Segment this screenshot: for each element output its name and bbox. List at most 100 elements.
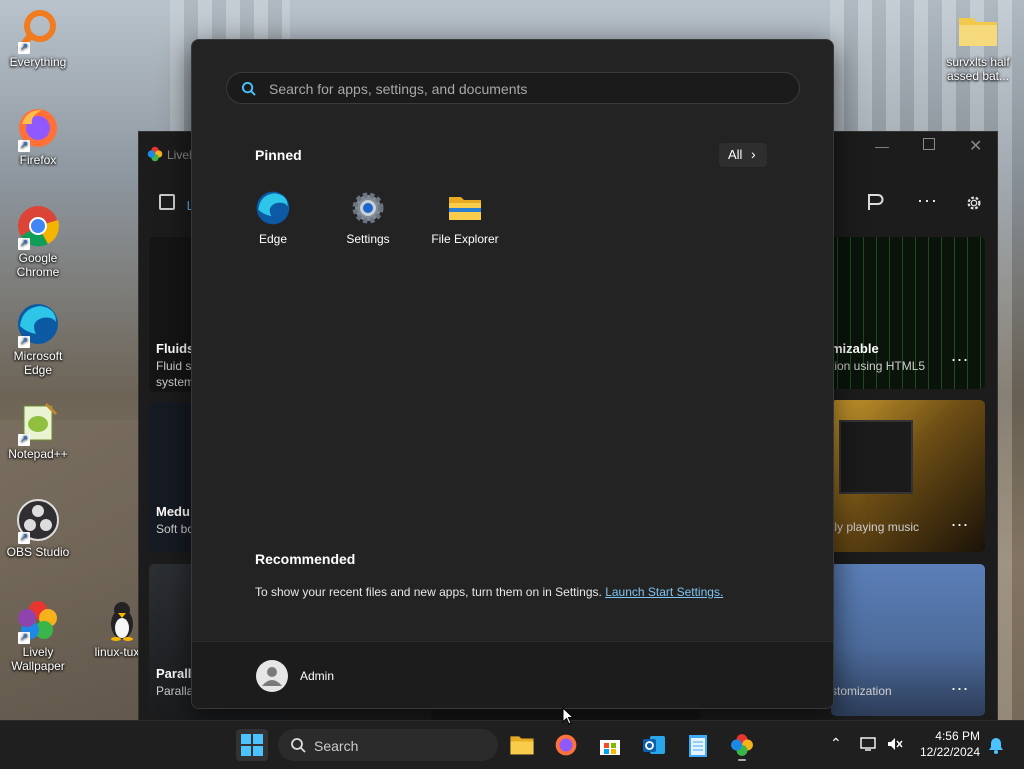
edge-icon [256, 191, 290, 225]
start-search-input[interactable] [267, 73, 791, 105]
pinned-app-file-explorer[interactable]: File Explorer [419, 190, 511, 246]
desktop-icon-obs[interactable]: ↗ OBS Studio [0, 498, 76, 559]
desktop-icon-lively[interactable]: ↗ Lively Wallpaper [0, 598, 76, 673]
gear-icon[interactable] [965, 194, 983, 212]
close-icon[interactable]: ✕ [969, 136, 982, 156]
recommended-message: To show your recent files and new apps, … [255, 585, 723, 599]
search-icon [291, 738, 306, 753]
maximize-icon[interactable] [923, 138, 935, 150]
launch-start-settings-link[interactable]: Launch Start Settings. [605, 585, 723, 599]
desktop-icon-label: OBS Studio [6, 545, 70, 559]
clock[interactable]: 4:56 PM 12/22/2024 [918, 729, 980, 759]
volume-muted-icon[interactable] [886, 736, 904, 752]
taskbar-outlook[interactable] [638, 729, 670, 761]
all-apps-label: All [728, 147, 743, 162]
shortcut-arrow-icon: ↗ [18, 532, 30, 544]
card-more-icon[interactable]: ... [951, 674, 969, 695]
lively-icon [731, 734, 753, 756]
pinned-app-label: Settings [346, 232, 390, 246]
desktop-icon-label: survxlts half assed bat... [946, 55, 1010, 83]
recommended-text: To show your recent files and new apps, … [255, 585, 602, 599]
shortcut-arrow-icon: ↗ [18, 238, 30, 250]
pinned-app-label: Edge [258, 232, 288, 246]
start-search-box[interactable] [226, 72, 800, 105]
lively-icon [147, 146, 163, 162]
taskbar-store[interactable] [594, 729, 626, 761]
minimize-icon[interactable]: — [875, 138, 889, 154]
more-icon[interactable]: ··· [917, 190, 938, 211]
card-title: mizable [831, 341, 879, 356]
taskbar: Search ⌃ 4:56 PM 12/22/2024 [0, 720, 1024, 769]
pinned-app-settings[interactable]: Settings [322, 190, 414, 246]
avatar-icon [256, 660, 288, 692]
user-name: Admin [300, 669, 335, 683]
card-subtitle: stomization [831, 684, 892, 698]
desktop-icon-label: Microsoft Edge [13, 349, 63, 377]
desktop-icon-chrome[interactable]: ↗ Google Chrome [0, 204, 76, 279]
card-more-icon[interactable]: ... [951, 510, 969, 531]
desktop-icon-label: Notepad++ [8, 447, 68, 461]
desktop-icon-label: Lively Wallpaper [11, 645, 65, 673]
grid-icon [159, 194, 175, 210]
wallpaper-card[interactable]: mizable tion using HTML5 ... [831, 237, 985, 389]
all-apps-button[interactable]: All › [719, 143, 767, 167]
shortcut-arrow-icon: ↗ [18, 42, 30, 54]
taskbar-lively[interactable] [726, 729, 758, 761]
shortcut-arrow-icon: ↗ [18, 336, 30, 348]
chevron-up-icon[interactable]: ⌃ [830, 735, 842, 752]
taskbar-search[interactable]: Search [278, 729, 498, 761]
desktop-icon-everything[interactable]: ↗ Everything [0, 8, 76, 69]
desktop-icon-notepadpp[interactable]: ↗ Notepad++ [0, 400, 76, 461]
pin-icon[interactable] [865, 192, 885, 212]
taskbar-search-label: Search [314, 738, 359, 754]
windows-icon [241, 734, 263, 756]
chevron-right-icon: › [751, 146, 756, 162]
gear-icon [352, 192, 384, 224]
network-icon[interactable] [860, 736, 878, 752]
wallpaper-card[interactable]: stomization ... [831, 564, 985, 716]
taskbar-file-explorer[interactable] [506, 729, 538, 761]
card-subtitle: tly playing music [831, 520, 920, 534]
start-button[interactable] [236, 729, 268, 761]
clock-time: 4:56 PM [935, 729, 980, 743]
clock-date: 12/22/2024 [919, 745, 980, 759]
card-subtitle: Fluid si [156, 359, 195, 373]
desktop-icon-folder[interactable]: survxlts half assed bat... [938, 8, 1018, 83]
card-thumbnail [839, 420, 913, 494]
card-subtitle: Paralla [156, 684, 194, 698]
user-button[interactable]: Admin [256, 660, 376, 692]
pinned-app-edge[interactable]: Edge [227, 190, 319, 246]
search-icon [241, 81, 256, 96]
desktop-icon-label: Firefox [19, 153, 57, 167]
store-icon [600, 740, 620, 755]
shortcut-arrow-icon: ↗ [18, 434, 30, 446]
firefox-icon [555, 734, 577, 756]
notepad-icon [689, 735, 707, 757]
card-subtitle: system [156, 375, 195, 389]
wallpaper-card[interactable]: tly playing music ... [831, 400, 985, 552]
card-more-icon[interactable]: ... [951, 345, 969, 366]
desktop-icon-label: Google Chrome [16, 251, 60, 279]
taskbar-firefox[interactable] [550, 729, 582, 761]
card-subtitle: Soft bo [156, 522, 195, 536]
taskbar-notepad[interactable] [682, 729, 714, 761]
recommended-header: Recommended [255, 551, 356, 567]
start-menu[interactable]: Pinned All › Edge Settings [191, 39, 834, 709]
folder-icon [959, 18, 997, 46]
running-indicator [738, 759, 746, 761]
folder-icon [510, 736, 534, 755]
outlook-icon [643, 736, 665, 754]
desktop-icon-label: Everything [9, 55, 67, 69]
desktop-icon-edge[interactable]: ↗ Microsoft Edge [0, 302, 76, 377]
mouse-cursor-icon [562, 707, 574, 725]
notification-bell-icon[interactable] [988, 736, 1004, 754]
card-title: Medu [156, 504, 190, 519]
pinned-header: Pinned [255, 147, 302, 163]
shortcut-arrow-icon: ↗ [18, 140, 30, 152]
card-subtitle: tion using HTML5 [831, 359, 926, 373]
start-user-bar: Admin [192, 641, 833, 708]
desktop-icon-firefox[interactable]: ↗ Firefox [0, 106, 76, 167]
folder-icon [449, 197, 481, 220]
card-title: Fluids [156, 341, 195, 356]
shortcut-arrow-icon: ↗ [18, 632, 30, 644]
